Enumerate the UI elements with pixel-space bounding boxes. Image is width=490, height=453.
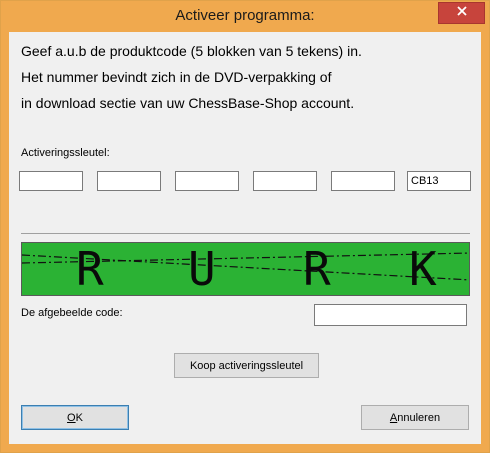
title-bar: Activeer programma: — [1, 1, 489, 32]
captcha-char: R — [303, 242, 331, 296]
cancel-button-label: Annuleren — [389, 411, 441, 424]
close-button[interactable] — [438, 2, 485, 24]
captcha-char: R — [76, 242, 104, 296]
captcha-code-input[interactable] — [314, 304, 467, 326]
captcha-code-label: De afgebeelde code: — [21, 307, 123, 319]
activation-key-block-5[interactable] — [331, 171, 395, 191]
instruction-line-3: in download sectie van uw ChessBase-Shop… — [21, 95, 355, 111]
instruction-line-2: Het nummer bevindt zich in de DVD-verpak… — [21, 69, 332, 85]
cancel-button[interactable]: Annuleren — [361, 405, 469, 430]
ok-button-label: OK — [67, 411, 83, 424]
activation-key-block-6[interactable] — [407, 171, 471, 191]
activation-key-block-1[interactable] — [19, 171, 83, 191]
activation-key-block-4[interactable] — [253, 171, 317, 191]
dialog-content: Geef a.u.b de produktcode (5 blokken van… — [9, 32, 481, 444]
ok-button[interactable]: OK — [21, 405, 129, 430]
captcha-char: K — [409, 242, 437, 296]
activation-key-block-3[interactable] — [175, 171, 239, 191]
buy-button-label: Koop activeringssleutel — [189, 359, 304, 372]
activation-key-block-2[interactable] — [97, 171, 161, 191]
instruction-line-1: Geef a.u.b de produktcode (5 blokken van… — [21, 43, 362, 59]
separator-line — [21, 233, 470, 234]
buy-activation-key-button[interactable]: Koop activeringssleutel — [174, 353, 319, 378]
window-title: Activeer programma: — [175, 7, 315, 24]
activation-key-label: Activeringssleutel: — [21, 147, 110, 159]
captcha-char: U — [188, 242, 216, 296]
close-icon — [456, 4, 468, 22]
dialog-window: Activeer programma: Geef a.u.b de produk… — [0, 0, 490, 453]
captcha-image: R U R K — [21, 242, 470, 296]
